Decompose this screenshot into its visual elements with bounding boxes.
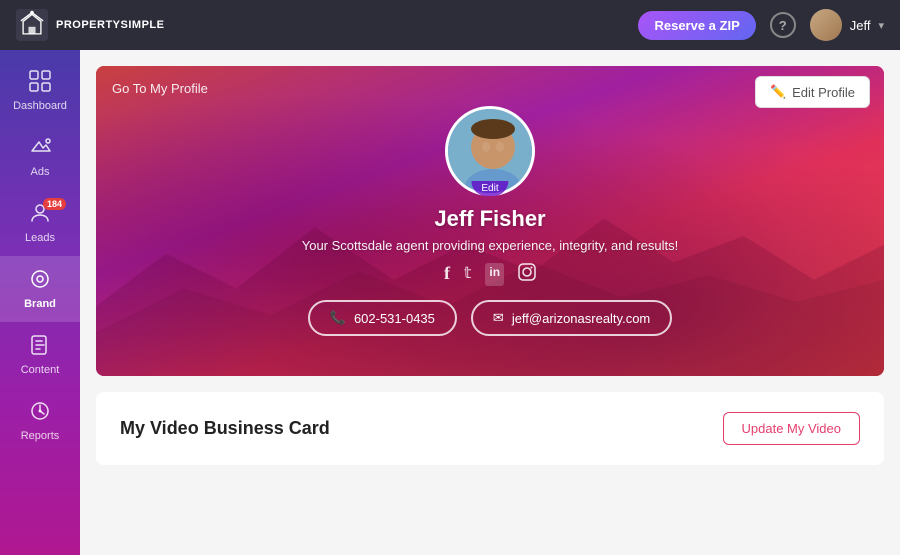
facebook-icon[interactable]: f (444, 263, 450, 286)
logo: PROPERTYSIMPLE (16, 9, 164, 41)
instagram-icon[interactable] (518, 263, 536, 286)
brand-icon (29, 268, 51, 294)
reports-icon (29, 400, 51, 426)
user-menu[interactable]: Jeff ▾ (810, 9, 884, 41)
sidebar-item-reports[interactable]: Reports (0, 388, 80, 454)
reserve-zip-button[interactable]: Reserve a ZIP (638, 11, 755, 40)
sidebar-item-brand-label: Brand (24, 298, 56, 310)
sidebar-item-ads-label: Ads (31, 166, 50, 178)
sidebar-item-content-label: Content (21, 364, 60, 376)
user-avatar (810, 9, 842, 41)
profile-banner: Go To My Profile ✏️ Edit Profile (96, 66, 884, 376)
phone-icon: 📞 (330, 310, 346, 326)
twitter-icon[interactable]: 𝕥 (464, 263, 471, 286)
email-address: jeff@arizonasrealty.com (512, 311, 650, 326)
dashboard-icon (29, 70, 51, 96)
help-button[interactable]: ? (770, 12, 796, 38)
banner-center: Edit Jeff Fisher Your Scottsdale agent p… (96, 66, 884, 376)
profile-contact: 📞 602-531-0435 ✉ jeff@arizonasrealty.com (308, 300, 673, 336)
sidebar-item-dashboard[interactable]: Dashboard (0, 58, 80, 124)
video-section: My Video Business Card Update My Video (96, 392, 884, 465)
sidebar-item-dashboard-label: Dashboard (13, 100, 67, 112)
social-icons: f 𝕥 in (444, 263, 536, 286)
sidebar-item-brand[interactable]: Brand (0, 256, 80, 322)
sidebar-item-leads-label: Leads (25, 232, 55, 244)
update-video-button[interactable]: Update My Video (723, 412, 861, 445)
profile-name: Jeff Fisher (434, 206, 545, 232)
phone-button[interactable]: 📞 602-531-0435 (308, 300, 457, 336)
main-layout: Dashboard Ads 184 Leads (0, 50, 900, 555)
phone-number: 602-531-0435 (354, 311, 435, 326)
profile-avatar: Edit (445, 106, 535, 196)
logo-text: PROPERTYSIMPLE (56, 19, 164, 31)
content-icon (29, 334, 51, 360)
sidebar-item-reports-label: Reports (21, 430, 60, 442)
leads-badge: 184 (43, 198, 66, 210)
sidebar-item-content[interactable]: Content (0, 322, 80, 388)
user-name-label: Jeff (850, 18, 871, 33)
email-icon: ✉ (493, 310, 504, 326)
ads-icon (29, 136, 51, 162)
profile-tagline: Your Scottsdale agent providing experien… (302, 238, 679, 253)
chevron-down-icon: ▾ (878, 19, 884, 32)
video-section-title: My Video Business Card (120, 418, 330, 439)
sidebar: Dashboard Ads 184 Leads (0, 50, 80, 555)
linkedin-icon[interactable]: in (485, 263, 504, 286)
content-area: Go To My Profile ✏️ Edit Profile (80, 50, 900, 555)
top-navigation: PROPERTYSIMPLE Reserve a ZIP ? Jeff ▾ (0, 0, 900, 50)
sidebar-item-ads[interactable]: Ads (0, 124, 80, 190)
email-button[interactable]: ✉ jeff@arizonasrealty.com (471, 300, 672, 336)
sidebar-item-leads[interactable]: 184 Leads (0, 190, 80, 256)
topnav-right: Reserve a ZIP ? Jeff ▾ (638, 9, 884, 41)
